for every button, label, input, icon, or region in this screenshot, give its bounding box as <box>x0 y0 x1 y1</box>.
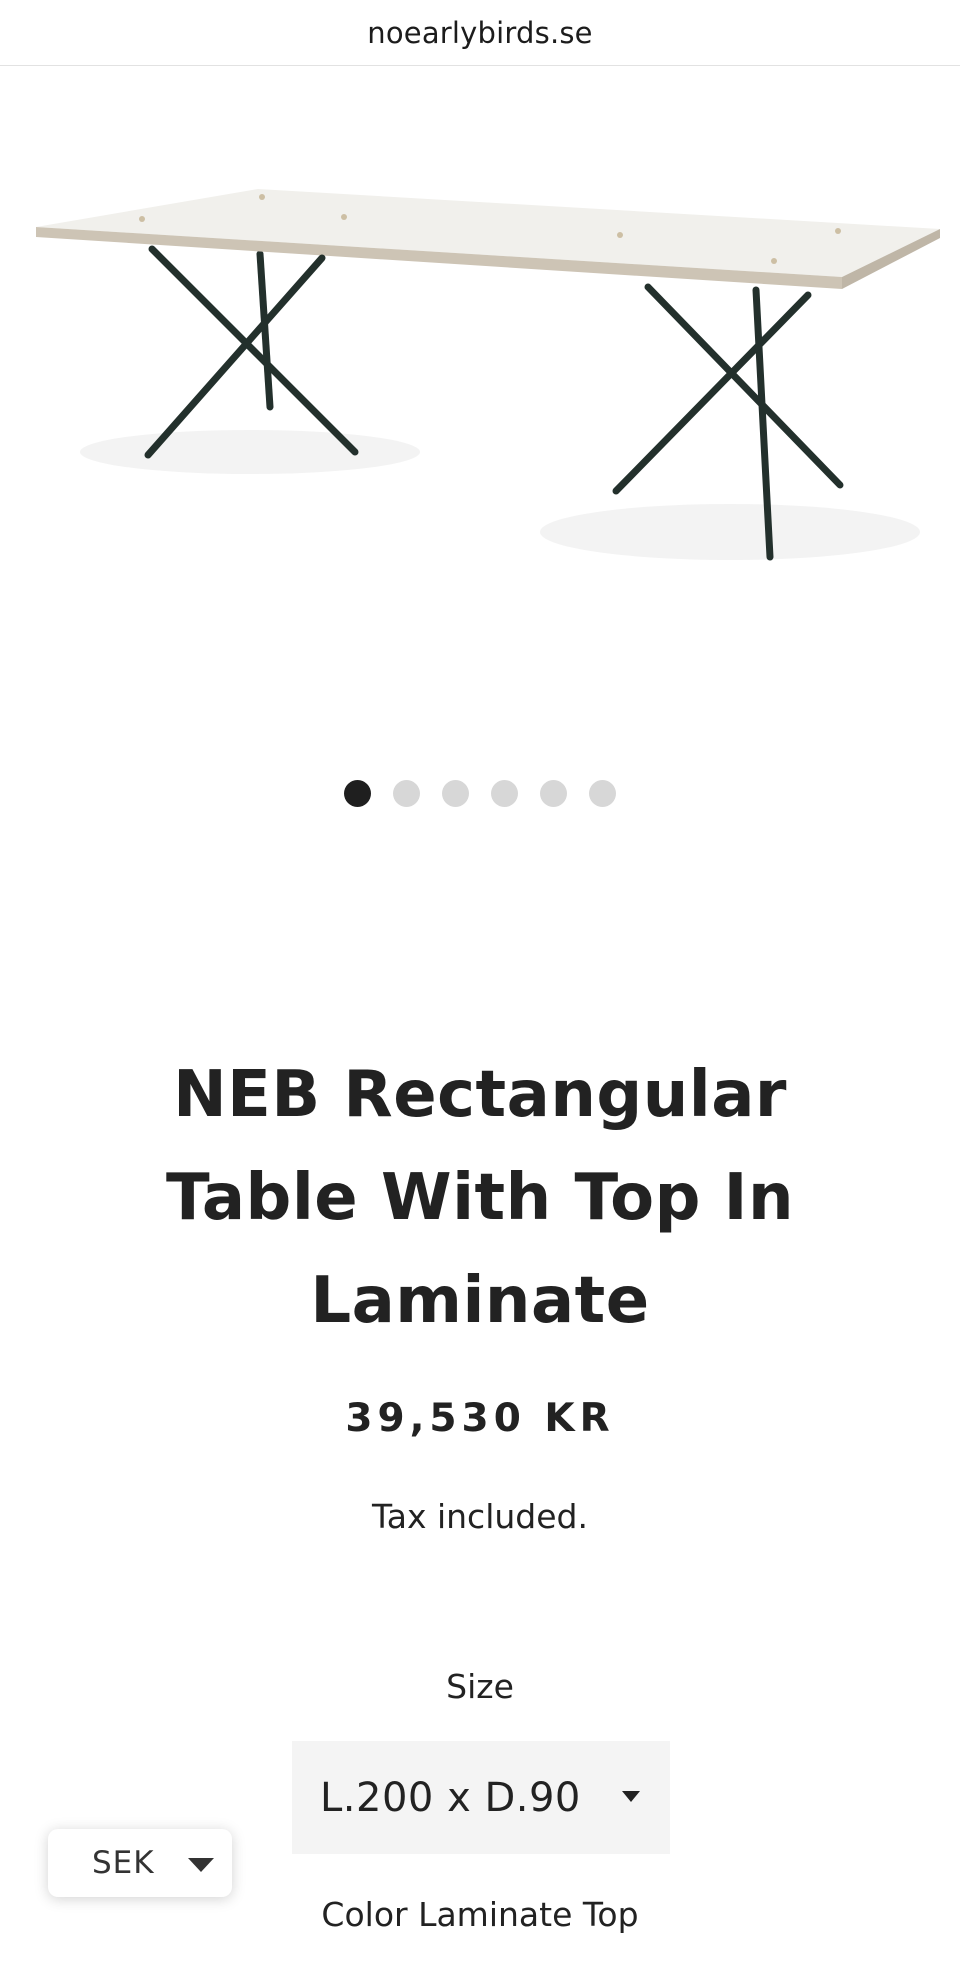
carousel-dot-active[interactable] <box>344 779 371 807</box>
currency-selector[interactable]: SEK <box>48 1829 232 1897</box>
table-photo-icon <box>36 189 940 561</box>
carousel-dot[interactable] <box>589 779 616 807</box>
caret-down-icon <box>188 1858 214 1872</box>
url-text: noearlybirds.se <box>367 15 593 50</box>
color-label: Color Laminate Top <box>321 1895 639 1934</box>
caret-down-icon <box>622 1791 640 1802</box>
currency-label: SEK <box>92 1845 155 1881</box>
carousel-dots <box>0 778 960 808</box>
carousel-dot[interactable] <box>491 779 518 807</box>
address-bar[interactable]: noearlybirds.se <box>0 0 960 66</box>
product-price: 39,530 KR <box>345 1396 615 1441</box>
tax-note: Tax included. <box>372 1497 588 1536</box>
product-image[interactable] <box>0 67 960 687</box>
carousel-dot[interactable] <box>393 779 420 807</box>
size-label: Size <box>446 1667 514 1706</box>
carousel-dot[interactable] <box>540 779 567 807</box>
carousel-dot[interactable] <box>442 779 469 807</box>
size-select[interactable]: L.200 x D.90 <box>292 1741 670 1854</box>
product-title: NEB Rectangular Table With Top In Lamina… <box>165 1058 795 1338</box>
size-select-value: L.200 x D.90 <box>320 1774 581 1821</box>
